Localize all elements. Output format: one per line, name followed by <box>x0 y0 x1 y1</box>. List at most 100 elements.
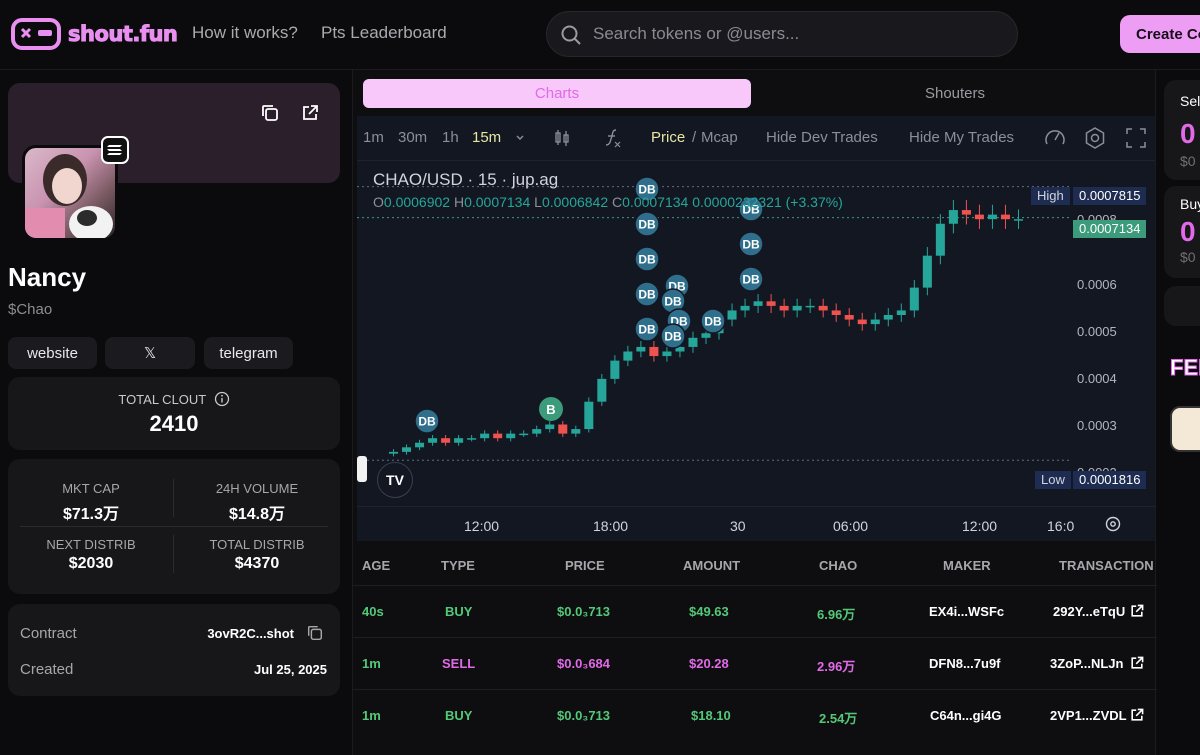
next-distrib-label: NEXT DISTRIB <box>46 537 136 552</box>
candle <box>506 430 516 442</box>
candle <box>610 355 620 384</box>
tab-shouters[interactable]: Shouters <box>761 79 1149 108</box>
telegram-button[interactable]: telegram <box>204 337 293 369</box>
buy-marker[interactable]: B <box>539 397 563 421</box>
gauge-icon[interactable] <box>1043 126 1067 150</box>
row-maker[interactable]: C64n...gi4G <box>930 708 1002 723</box>
trade-marker[interactable]: DB <box>634 246 660 272</box>
nav-how-it-works[interactable]: How it works? <box>192 23 298 43</box>
candlestick-plot[interactable]: DBDBDBDBDBDBDBDBDBDBDBDBDBDBB <box>357 161 1155 506</box>
trade-marker[interactable]: DB <box>634 316 660 342</box>
trade-marker[interactable]: DB <box>738 231 764 257</box>
contract-address[interactable]: 3ovR2C...shot <box>207 626 294 641</box>
candle <box>779 298 789 318</box>
price-chart[interactable]: 1m 30m 1h 15m Price / Mcap Hide Dev Trad… <box>357 116 1155 541</box>
trade-marker[interactable]: DB <box>634 211 660 237</box>
trade-marker[interactable]: DB <box>634 281 660 307</box>
created-label: Created <box>20 661 74 678</box>
settings-icon[interactable] <box>1083 126 1107 150</box>
indicators-icon[interactable] <box>603 127 623 149</box>
toggle-mcap[interactable]: Mcap <box>701 129 738 146</box>
volume-label: 24H VOLUME <box>215 481 299 496</box>
row-transaction[interactable]: 292Y...eTqU <box>1053 604 1125 619</box>
candles-icon[interactable] <box>553 128 571 148</box>
next-distrib-value: $2030 <box>68 555 114 572</box>
svg-text:DB: DB <box>664 295 682 309</box>
col-price: PRICE <box>565 558 605 573</box>
candle <box>805 298 815 313</box>
divider <box>357 506 1155 507</box>
external-link-icon[interactable] <box>1129 707 1145 723</box>
low-value: 0.0001816 <box>1073 471 1147 489</box>
toggle-price[interactable]: Price <box>651 129 685 146</box>
buy-card[interactable]: Buy 0 $0 <box>1164 186 1200 278</box>
sell-card[interactable]: Sel 0 $0 <box>1164 80 1200 180</box>
volume-value: $14.8万 <box>228 506 286 523</box>
fullscreen-icon[interactable] <box>1125 127 1147 149</box>
copy-contract-icon[interactable] <box>306 624 324 642</box>
row-transaction[interactable]: 3ZoP...NLJn <box>1050 656 1123 671</box>
interval-30m[interactable]: 30m <box>398 129 427 146</box>
interval-15m[interactable]: 15m <box>472 129 501 146</box>
y-tick: 0.0003 <box>1077 418 1117 433</box>
trade-marker[interactable]: DB <box>414 408 440 434</box>
row-maker[interactable]: DFN8...7u9f <box>929 656 1001 671</box>
total-clout-card: TOTAL CLOUT 2410 <box>8 377 340 450</box>
svg-text:DB: DB <box>638 218 656 232</box>
row-type: BUY <box>445 708 473 723</box>
trade-marker[interactable]: DB <box>700 308 726 334</box>
search-input[interactable] <box>593 12 993 56</box>
tradingview-logo-icon[interactable]: TV <box>377 462 413 498</box>
candle <box>753 294 763 313</box>
website-button[interactable]: website <box>8 337 97 369</box>
sell-sub: $0 <box>1180 153 1196 169</box>
row-maker[interactable]: EX4i...WSFc <box>929 604 1004 619</box>
row-amount: $49.63 <box>689 604 729 619</box>
external-link-icon[interactable] <box>1129 655 1145 671</box>
contract-info-card: Contract 3ovR2C...shot Created Jul 25, 2… <box>8 604 340 696</box>
profile-name: Nancy <box>8 262 87 292</box>
y-tick: 0.0004 <box>1077 371 1117 386</box>
tab-charts[interactable]: Charts <box>363 79 751 108</box>
chart-collapse-handle[interactable] <box>357 456 367 482</box>
nav-pts-leaderboard[interactable]: Pts Leaderboard <box>321 23 447 43</box>
interval-1m[interactable]: 1m <box>363 129 384 146</box>
table-row[interactable]: 40s BUY $0.0₃713 $49.63 6.96万 EX4i...WSF… <box>353 585 1157 637</box>
hide-dev-trades[interactable]: Hide Dev Trades <box>766 129 878 146</box>
trade-marker[interactable]: DB <box>660 323 686 349</box>
candle <box>636 341 646 358</box>
candle <box>389 449 399 457</box>
feed-avatar[interactable] <box>1170 406 1200 452</box>
row-type: SELL <box>442 656 476 671</box>
row-amount: $20.28 <box>689 656 729 671</box>
logo[interactable]: shout.fun <box>10 14 178 54</box>
candle <box>441 435 451 446</box>
candle <box>766 294 776 313</box>
candle <box>623 345 633 367</box>
action-button[interactable] <box>1164 286 1200 326</box>
table-row[interactable]: 1m SELL $0.0₃684 $20.28 2.96万 DFN8...7u9… <box>353 637 1157 689</box>
chevron-down-icon[interactable] <box>515 133 525 143</box>
candle <box>597 373 607 406</box>
row-transaction[interactable]: 2VP1...ZVDL <box>1050 708 1127 723</box>
candle <box>792 298 802 318</box>
interval-1h[interactable]: 1h <box>442 129 459 146</box>
hide-my-trades[interactable]: Hide My Trades <box>909 129 1014 146</box>
copy-icon[interactable] <box>260 103 280 123</box>
svg-text:DB: DB <box>418 415 436 429</box>
row-amount: $18.10 <box>691 708 731 723</box>
created-date: Jul 25, 2025 <box>254 662 327 677</box>
candle <box>961 200 971 225</box>
external-link-icon[interactable] <box>1129 603 1145 619</box>
chart-settings-icon[interactable] <box>1103 514 1123 534</box>
candle <box>1000 204 1010 229</box>
table-row[interactable]: 1m BUY $0.0₃713 $18.10 2.54万 C64n...gi4G… <box>353 689 1157 741</box>
candle <box>909 279 919 318</box>
create-coin-button[interactable]: Create Co <box>1120 15 1200 53</box>
main-panel: Charts Shouters 1m 30m 1h 15m Price / Mc… <box>352 70 1157 755</box>
trade-marker[interactable]: DB <box>738 266 764 292</box>
external-link-icon[interactable] <box>300 103 320 123</box>
market-stats-card: MKT CAP $71.3万 24H VOLUME $14.8万 NEXT DI… <box>8 459 340 594</box>
info-icon[interactable] <box>214 391 230 407</box>
x-button[interactable]: 𝕏 <box>105 337 195 369</box>
